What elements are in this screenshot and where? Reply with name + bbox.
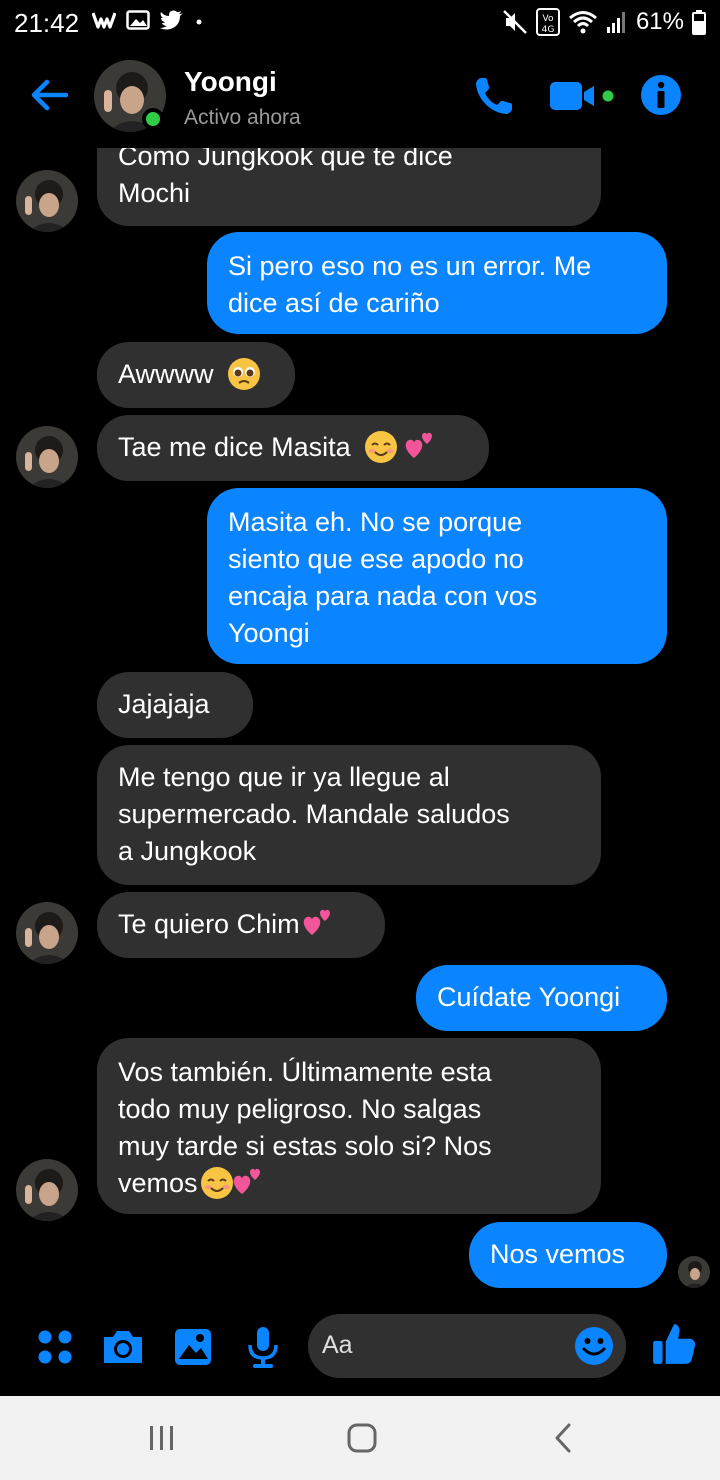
wifi-icon — [568, 11, 597, 34]
status-bar: 21:42 Vo 4G 61% — [0, 0, 720, 44]
message-text-line: Vos también. Últimamente esta — [118, 1057, 492, 1087]
message-text-line: Jajajaja — [118, 689, 210, 719]
message-input[interactable]: Aa — [308, 1314, 626, 1378]
info-icon[interactable] — [640, 74, 682, 116]
contact-name[interactable]: Yoongi — [184, 66, 277, 98]
mute-icon — [503, 10, 527, 34]
message-outgoing[interactable]: Masita eh. No se porque siento que ese a… — [207, 488, 667, 664]
sender-avatar[interactable] — [16, 902, 78, 964]
phone-call-icon[interactable] — [472, 74, 516, 118]
two-hearts-emoji-icon — [233, 1168, 260, 1194]
message-composer: Aa — [0, 1300, 720, 1396]
message-incoming[interactable]: Awwww — [97, 342, 295, 408]
battery-icon — [692, 10, 706, 35]
message-text-line: Mochi — [118, 178, 191, 208]
active-status-dot — [142, 108, 164, 130]
notification-icons — [92, 10, 204, 30]
message-text-line: supermercado. Mandale saludos — [118, 799, 510, 829]
message-text-line: todo muy peligroso. No salgas — [118, 1094, 482, 1124]
message-text-line: Masita eh. No se porque — [228, 507, 523, 537]
battery-percent: 61% — [635, 8, 684, 35]
back-arrow-icon[interactable] — [28, 74, 70, 116]
message-text-line: Me tengo que ir ya llegue al — [118, 762, 450, 792]
conversation-header: Yoongi Activo ahora — [0, 44, 720, 148]
back-icon[interactable] — [546, 1422, 582, 1454]
message-text-line: Yoongi — [228, 618, 310, 648]
message-text-line: dice así de cariño — [228, 288, 440, 318]
message-text-line: vemos — [118, 1168, 198, 1198]
sender-avatar[interactable] — [16, 1159, 78, 1221]
signal-icon — [606, 12, 625, 33]
message-incoming[interactable]: Jajajaja — [97, 672, 253, 738]
recent-apps-icon[interactable] — [144, 1422, 180, 1454]
emoji-picker-icon[interactable] — [574, 1326, 614, 1366]
smiling-face-emoji-icon — [365, 430, 398, 463]
message-text-line: Cuídate Yoongi — [437, 982, 621, 1012]
message-text-line: encaja para nada con vos — [228, 581, 538, 611]
message-text-line: a Jungkook — [118, 836, 257, 866]
message-incoming[interactable]: Tae me dice Masita — [97, 415, 489, 481]
twitter-icon — [160, 10, 183, 30]
smiling-face-emoji-icon — [200, 1166, 233, 1199]
message-text-line: Awwww — [118, 359, 214, 389]
message-incoming[interactable]: Te quiero Chim — [97, 892, 385, 958]
two-hearts-emoji-icon — [303, 909, 330, 935]
message-incoming[interactable]: Vos también. Últimamente esta todo muy p… — [97, 1038, 601, 1214]
status-time: 21:42 — [14, 8, 80, 38]
avatar-photo — [16, 170, 78, 232]
status-right: Vo 4G 61% — [502, 8, 706, 36]
svg-text:4G: 4G — [542, 25, 555, 35]
system-nav-bar — [0, 1396, 720, 1480]
sender-avatar[interactable] — [16, 426, 78, 488]
message-text-line: Tae me dice Masita — [118, 432, 351, 462]
avatar-photo — [16, 1159, 78, 1221]
gallery-icon — [126, 10, 150, 30]
contact-activity-status: Activo ahora — [184, 106, 301, 129]
message-text-line: Te quiero Chim — [118, 909, 300, 939]
message-outgoing[interactable]: Cuídate Yoongi — [416, 965, 667, 1031]
wattpad-icon — [92, 12, 116, 29]
message-text-line: siento que ese apodo no — [228, 544, 524, 574]
message-text-line: Si pero eso no es un error. Me — [228, 251, 592, 281]
message-incoming[interactable]: Como Jungkook que te dice Mochi — [97, 148, 601, 226]
thumbs-up-icon[interactable] — [650, 1320, 698, 1368]
message-input-placeholder: Aa — [322, 1331, 353, 1359]
sender-avatar[interactable] — [16, 170, 78, 232]
video-call-icon[interactable] — [548, 78, 618, 114]
message-text-line: Nos vemos — [490, 1239, 626, 1269]
home-icon[interactable] — [344, 1422, 380, 1454]
message-incoming[interactable]: Me tengo que ir ya llegue al supermercad… — [97, 745, 601, 885]
more-actions-icon[interactable] — [32, 1324, 78, 1370]
message-outgoing[interactable]: Nos vemos — [469, 1222, 667, 1288]
read-receipt-avatar — [678, 1256, 710, 1288]
dot-icon — [196, 19, 202, 25]
pleading-face-emoji-icon — [228, 357, 261, 390]
camera-icon[interactable] — [100, 1324, 146, 1370]
message-list[interactable]: Como Jungkook que te dice Mochi Si pero … — [0, 148, 720, 1300]
microphone-icon[interactable] — [240, 1324, 286, 1370]
svg-text:Vo: Vo — [542, 14, 553, 24]
message-text-line: muy tarde si estas solo si? Nos — [118, 1131, 492, 1161]
two-hearts-emoji-icon — [405, 432, 432, 458]
volte-4g-icon: Vo4G — [535, 8, 560, 36]
avatar-photo — [16, 902, 78, 964]
gallery-icon[interactable] — [170, 1324, 216, 1370]
avatar-photo — [678, 1256, 710, 1288]
message-outgoing[interactable]: Si pero eso no es un error. Me dice así … — [207, 232, 667, 334]
message-text-line: Como Jungkook que te dice — [118, 148, 453, 171]
avatar-photo — [16, 426, 78, 488]
